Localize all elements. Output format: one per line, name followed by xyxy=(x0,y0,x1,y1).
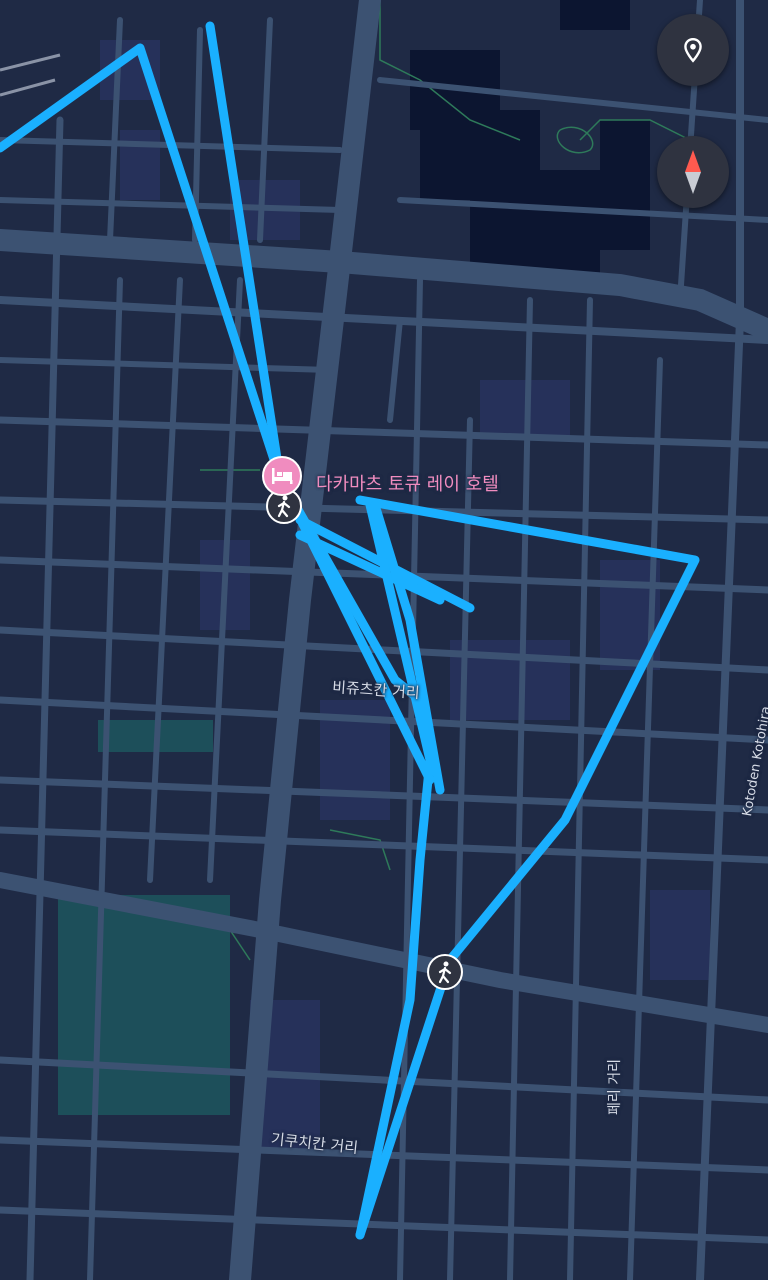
pedestrian-marker-lower[interactable] xyxy=(427,954,463,990)
park-area xyxy=(58,895,230,1115)
street-label-peri: 페리 거리 xyxy=(607,1059,623,1115)
my-location-button[interactable] xyxy=(657,14,729,86)
location-pin-icon xyxy=(684,37,702,63)
compass-icon xyxy=(685,150,701,194)
map-view[interactable]: 다카마츠 토큐 레이 호텔 비쥬츠칸 거리 기쿠치칸 거리 페리 거리 Koto… xyxy=(0,0,768,1280)
compass-button[interactable] xyxy=(657,136,729,208)
map-canvas[interactable] xyxy=(0,0,768,1280)
hotel-poi-marker[interactable] xyxy=(262,456,302,496)
hotel-poi-label[interactable]: 다카마츠 토큐 레이 호텔 xyxy=(316,470,499,496)
